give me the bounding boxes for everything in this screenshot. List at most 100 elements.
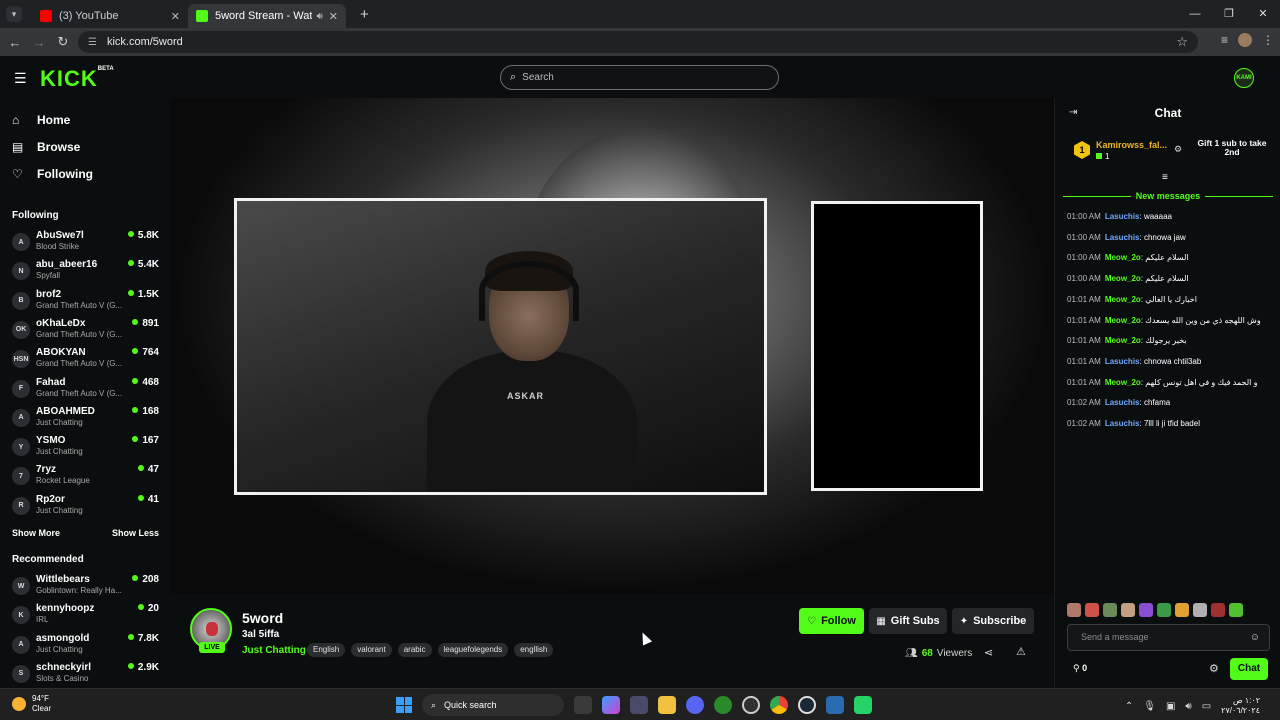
discord-icon[interactable] xyxy=(686,696,704,714)
taskbar-search[interactable]: ⌕ Quick search xyxy=(422,694,564,716)
gift-leaderboard[interactable]: 1 Kamirowss_fal... 1 ⚙ Gift 1 sub to tak… xyxy=(1055,134,1280,172)
emoji-icon[interactable]: ☺ xyxy=(1250,625,1260,650)
close-window-icon[interactable]: ✕ xyxy=(1246,0,1280,28)
microphone-icon[interactable]: 🎙︎ xyxy=(1143,701,1156,712)
sidebar-channel-item[interactable]: Kkennyhoopz IRL 20 xyxy=(0,600,171,629)
sidebar-channel-item[interactable]: Nabu_abeer16 Spyfall 5.4K xyxy=(0,256,171,285)
chat-message[interactable]: 01:01 AM Meow_2o: وش اللهجه ذي من وين الل… xyxy=(1067,316,1273,325)
windows-start-icon[interactable] xyxy=(396,697,412,713)
video-player[interactable]: ASKAR xyxy=(171,98,1054,594)
chat-settings-icon[interactable]: ⚙ xyxy=(1209,662,1219,675)
chat-message[interactable]: 01:02 AM Lasuchis: chfama xyxy=(1067,398,1273,407)
stream-tag[interactable]: English xyxy=(307,643,346,657)
sidebar-channel-item[interactable]: F Fahad Grand Theft Auto V (G... 468 xyxy=(0,374,171,403)
sidebar-channel-item[interactable]: Bbrof2 Grand Theft Auto V (G... 1.5K xyxy=(0,286,171,315)
chat-message[interactable]: 01:00 AM Meow_2o: السلام عليكم xyxy=(1067,274,1273,283)
stream-tag[interactable]: arabic xyxy=(397,643,432,657)
emote-icon[interactable] xyxy=(1175,603,1189,617)
emote-icon[interactable] xyxy=(1139,603,1153,617)
url-field[interactable]: ☰ kick.com/5word ☆ xyxy=(78,31,1198,53)
share-icon[interactable]: ⋖ xyxy=(984,646,993,659)
chrome-icon[interactable] xyxy=(770,696,788,714)
profile-avatar[interactable] xyxy=(1238,33,1252,47)
bookmark-star-icon[interactable]: ☆ xyxy=(1176,34,1188,50)
message-user[interactable]: Meow_2o xyxy=(1105,295,1141,304)
follow-button[interactable]: ♡ Follow xyxy=(799,608,864,634)
kick-logo[interactable]: KICKBETA xyxy=(40,66,114,92)
emote-icon[interactable] xyxy=(1229,603,1243,617)
tray-chevron-icon[interactable]: ⌃ xyxy=(1125,701,1133,712)
tab-youtube[interactable]: (3) YouTube ✕ xyxy=(32,4,188,28)
battery-icon[interactable]: ▭ xyxy=(1202,701,1211,712)
stream-tag[interactable]: engllish xyxy=(514,643,554,657)
chat-message[interactable]: 01:00 AM Lasuchis: waaaaa xyxy=(1067,212,1273,221)
sidebar-channel-item[interactable]: HSN ABOKYAN Grand Theft Auto V (G... 764 xyxy=(0,344,171,373)
reload-icon[interactable]: ↻ xyxy=(51,34,75,50)
show-less-button[interactable]: Show Less xyxy=(112,528,159,538)
close-tab-icon[interactable]: ✕ xyxy=(171,10,180,23)
message-user[interactable]: Meow_2o xyxy=(1105,336,1141,345)
emote-icon[interactable] xyxy=(1157,603,1171,617)
tab-kick[interactable]: 5word Stream - Watch Live 🔊︎ ✕ xyxy=(188,4,346,28)
stream-tag[interactable]: leaguefolegends xyxy=(437,643,509,657)
back-icon[interactable]: ← xyxy=(3,35,27,50)
steam-icon[interactable] xyxy=(798,696,816,714)
network-icon[interactable]: ▣ xyxy=(1166,701,1175,712)
message-user[interactable]: Lasuchis xyxy=(1105,233,1140,242)
chat-message[interactable]: 01:01 AM Lasuchis: chnowa chtil3ab xyxy=(1067,357,1273,366)
sidebar-item-browse[interactable]: ▤ Browse xyxy=(0,133,171,160)
whatsapp-icon[interactable] xyxy=(854,696,872,714)
chat-message[interactable]: 01:00 AM Lasuchis: chnowa jaw xyxy=(1067,233,1273,242)
sidebar-channel-item[interactable]: OK oKhaLeDx Grand Theft Auto V (G... 891 xyxy=(0,315,171,344)
close-tab-icon[interactable]: ✕ xyxy=(329,10,338,23)
new-tab-icon[interactable]: + xyxy=(360,6,369,23)
chat-message[interactable]: 01:01 AM Meow_2o: بخير يرجولك xyxy=(1067,336,1273,345)
sidebar-channel-item[interactable]: Aasmongold Just Chatting 7.8K xyxy=(0,630,171,659)
emote-icon[interactable] xyxy=(1103,603,1117,617)
chat-message[interactable]: 01:02 AM Lasuchis: 7lll li ji tfid badel xyxy=(1067,419,1273,428)
message-user[interactable]: Lasuchis xyxy=(1105,357,1140,366)
gift-subs-button[interactable]: ▦ Gift Subs xyxy=(869,608,947,634)
message-user[interactable]: Meow_2o xyxy=(1105,253,1141,262)
sidebar-item-home[interactable]: ⌂ Home xyxy=(0,106,171,133)
sidebar-channel-item[interactable]: 7 7ryz Rocket League 47 xyxy=(0,461,171,490)
message-user[interactable]: Lasuchis xyxy=(1105,398,1140,407)
stream-category[interactable]: Just Chatting xyxy=(242,645,306,656)
obs-icon[interactable] xyxy=(742,696,760,714)
show-more-button[interactable]: Show More xyxy=(12,528,60,538)
emote-icon[interactable] xyxy=(1211,603,1225,617)
speaker-icon[interactable]: 🔊︎ xyxy=(316,11,322,22)
sidebar-channel-item[interactable]: Y YSMO Just Chatting 167 xyxy=(0,432,171,461)
security-icon[interactable] xyxy=(826,696,844,714)
user-avatar[interactable]: KAMI xyxy=(1234,68,1254,88)
system-clock[interactable]: ١:٠٢ ص ٢٧/٠٦/٢٠٢٤ xyxy=(1221,696,1260,716)
filter-icon[interactable]: ≡ xyxy=(1162,172,1168,183)
message-user[interactable]: Lasuchis xyxy=(1105,419,1140,428)
queue-icon[interactable]: ≡ xyxy=(1221,33,1228,47)
volume-icon[interactable]: 🔊︎ xyxy=(1185,701,1191,712)
channel-points[interactable]: ⚲ 0 xyxy=(1073,663,1087,674)
site-info-icon[interactable]: ☰ xyxy=(88,37,97,48)
forward-icon[interactable]: → xyxy=(27,35,51,50)
emote-icon[interactable] xyxy=(1121,603,1135,617)
sidebar-channel-item[interactable]: W Wittlebears Goblintown: Really Ha... 208 xyxy=(0,571,171,600)
chat-message[interactable]: 01:00 AM Meow_2o: السلام عليكم xyxy=(1067,253,1273,262)
emote-icon[interactable] xyxy=(1067,603,1081,617)
file-explorer-icon[interactable] xyxy=(658,696,676,714)
sidebar-channel-item[interactable]: A AbuSwe7l Blood Strike 5.8K xyxy=(0,227,171,256)
search-input[interactable]: ⌕ Search xyxy=(500,65,779,90)
channel-name[interactable]: 5word xyxy=(242,610,283,626)
hamburger-menu-icon[interactable]: ☰ xyxy=(14,70,27,87)
emote-icon[interactable] xyxy=(1085,603,1099,617)
sidebar-channel-item[interactable]: A ABOAHMED Just Chatting 168 xyxy=(0,403,171,432)
tab-search-icon[interactable]: ▾ xyxy=(6,6,22,22)
sidebar-channel-item[interactable]: R Rp2or Just Chatting 41 xyxy=(0,491,171,520)
copilot-icon[interactable] xyxy=(602,696,620,714)
chat-message[interactable]: 01:01 AM Meow_2o: اخبارك يا الغالي xyxy=(1067,295,1273,304)
weather-widget[interactable]: 94°F Clear xyxy=(12,694,51,714)
task-view-icon[interactable] xyxy=(574,696,592,714)
message-user[interactable]: Meow_2o xyxy=(1105,316,1141,325)
browser-menu-icon[interactable]: ⋮ xyxy=(1262,33,1274,47)
send-chat-button[interactable]: Chat xyxy=(1230,658,1268,680)
stream-tag[interactable]: valorant xyxy=(351,643,392,657)
